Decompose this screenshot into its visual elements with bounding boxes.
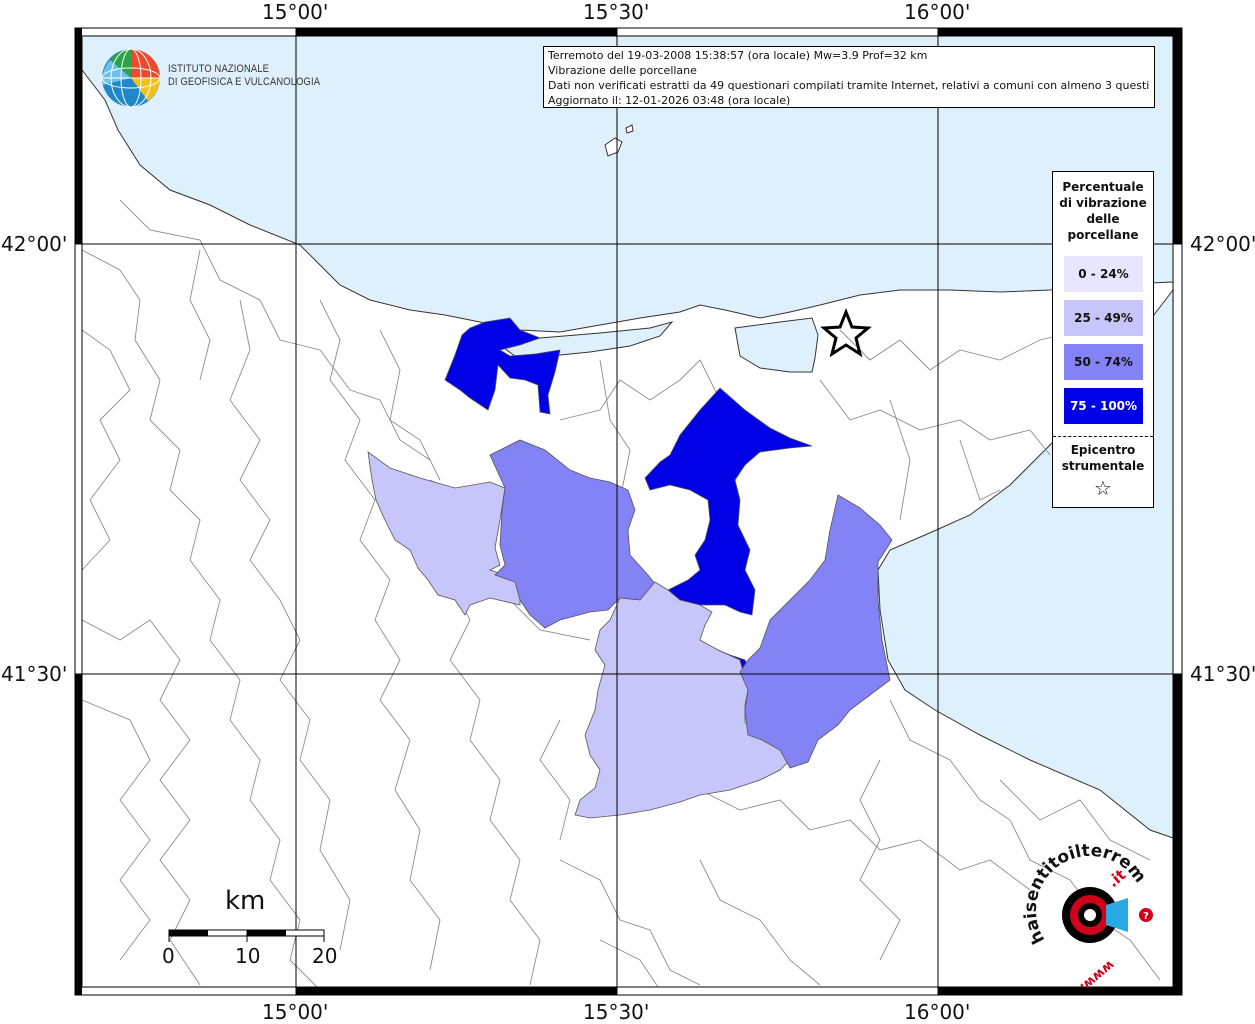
ingv-logo-line1: ISTITUTO NAZIONALE	[168, 63, 270, 75]
ingv-logo-text: ISTITUTO NAZIONALE DI GEOFISICA E VULCAN…	[168, 63, 320, 89]
data-disclaimer: Dati non verificati estratti da 49 quest…	[548, 79, 1150, 92]
update-timestamp: Aggiornato il: 12-01-2026 03:48 (ora loc…	[548, 94, 791, 107]
lon-label-top-16-00: 16°00'	[904, 0, 971, 24]
legend-epicenter-line: Epicentro	[1070, 443, 1136, 457]
legend-item-50-74: 50 - 74%	[1064, 344, 1143, 380]
lat-label-right-41-30: 41°30'	[1190, 662, 1255, 686]
legend-item-75-100: 75 - 100%	[1064, 388, 1143, 424]
event-info-box: Terremoto del 19-03-2008 15:38:57 (ora l…	[543, 46, 1155, 108]
legend-title: Percentuale di vibrazione delle porcella…	[1053, 179, 1153, 243]
lon-label-bottom-15-30: 15°30'	[583, 1000, 650, 1024]
legend-item-0-24: 0 - 24%	[1064, 256, 1143, 292]
lat-label-left-41-30: 41°30'	[1, 662, 68, 686]
map-subject: Vibrazione delle porcellane	[548, 64, 697, 77]
scale-title: km	[225, 886, 266, 916]
scale-label-20: 20	[312, 944, 338, 968]
lat-label-left-42-00: 42°00'	[1, 232, 68, 256]
lon-label-bottom-15-00: 15°00'	[262, 1000, 329, 1024]
legend-title-line: Percentuale	[1062, 180, 1144, 194]
event-title: Terremoto del 19-03-2008 15:38:57 (ora l…	[548, 49, 928, 62]
scale-label-10: 10	[235, 944, 261, 968]
legend-divider	[1053, 436, 1153, 437]
svg-text:?: ?	[1143, 911, 1149, 922]
legend-epicenter-line: strumentale	[1061, 459, 1145, 473]
legend-title-line: di vibrazione	[1059, 196, 1147, 210]
lon-label-bottom-16-00: 16°00'	[904, 1000, 971, 1024]
legend-title-line: delle	[1086, 212, 1120, 226]
map-canvas: ? haisentitoilterremoto .it www.	[0, 0, 1183, 996]
legend-title-line: porcellane	[1067, 228, 1139, 242]
lat-label-right-42-00: 42°00'	[1190, 232, 1255, 256]
legend-item-25-49: 25 - 49%	[1064, 300, 1143, 336]
ingv-logo-line2: DI GEOFISICA E VULCANOLOGIA	[168, 76, 321, 88]
lon-label-top-15-30: 15°30'	[583, 0, 650, 24]
scale-label-0: 0	[162, 944, 175, 968]
legend: Percentuale di vibrazione delle porcella…	[1052, 171, 1154, 508]
lon-label-top-15-00: 15°00'	[262, 0, 329, 24]
legend-epicenter-label: Epicentro strumentale	[1053, 442, 1153, 474]
legend-star-icon: ☆	[1094, 476, 1112, 500]
ingv-globe-icon	[101, 48, 161, 108]
